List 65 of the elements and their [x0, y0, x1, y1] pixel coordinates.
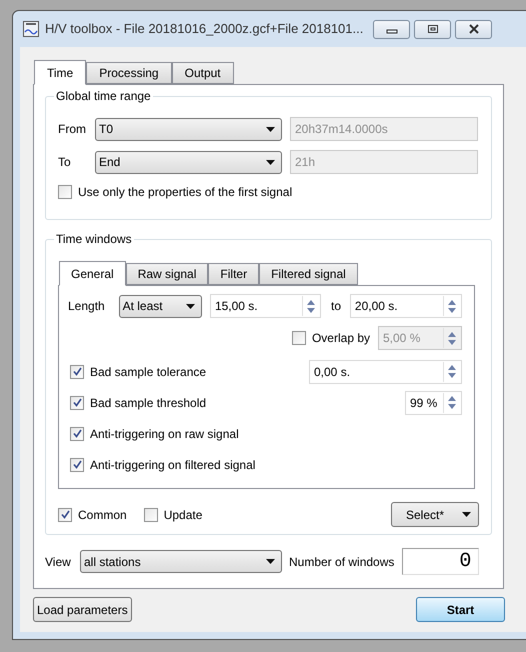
tab[interactable]: Raw signal	[126, 263, 208, 285]
tab[interactable]: Filtered signal	[259, 263, 358, 285]
load-parameters-button[interactable]: Load parameters	[33, 597, 132, 622]
checkbox[interactable]	[70, 458, 84, 472]
checkbox-label: Overlap by	[312, 330, 370, 347]
select-button[interactable]: Select*	[391, 502, 479, 527]
row-label: To	[58, 154, 72, 171]
checkbox[interactable]	[70, 396, 84, 410]
tab[interactable]: Filter	[208, 263, 260, 285]
window-count-display: 0	[402, 548, 480, 575]
checkmark-icon	[72, 460, 82, 469]
spin-arrows-icon[interactable]	[443, 296, 459, 316]
dropdown[interactable]: At least	[118, 294, 202, 318]
tab[interactable]: General	[59, 261, 126, 286]
number-of-windows-label: Number of windows	[289, 554, 394, 570]
close-button[interactable]	[455, 20, 492, 38]
length-label: Length	[68, 298, 106, 315]
checkmark-icon	[72, 367, 82, 376]
checkbox[interactable]	[70, 426, 84, 440]
checkmark-icon	[72, 429, 82, 438]
checkbox-label: Common	[78, 506, 127, 524]
checkbox-label: Bad sample tolerance	[90, 364, 206, 380]
spin-field[interactable]: 0,00 s.	[309, 360, 462, 384]
caret-icon	[462, 512, 471, 517]
checkbox-label: Anti-triggering on raw signal	[90, 426, 239, 442]
dropdown[interactable]: End	[95, 150, 282, 174]
spin-field[interactable]: 20,00 s.	[350, 294, 462, 318]
caret-icon	[266, 126, 275, 132]
spin-arrows-icon[interactable]	[443, 392, 459, 412]
checkbox-label: Update	[164, 506, 202, 524]
maximize-icon	[426, 24, 439, 34]
checkbox-label: Use only the properties of the first signal	[78, 184, 292, 201]
spin-field[interactable]: 99 %	[405, 390, 462, 414]
dropdown-value: At least	[122, 298, 163, 315]
minimize-button[interactable]	[373, 20, 410, 38]
caret-icon	[186, 304, 195, 308]
checkbox[interactable]	[58, 185, 72, 199]
checkmark-icon	[72, 398, 82, 407]
group-title: Global time range	[54, 88, 153, 104]
dropdown-value: End	[99, 154, 120, 171]
tab[interactable]: Time	[34, 60, 86, 85]
tab[interactable]: Processing	[86, 62, 172, 84]
spin-arrows-icon[interactable]	[443, 362, 459, 382]
caret-icon	[266, 559, 275, 564]
checkbox-label: Anti-triggering on filtered signal	[90, 456, 256, 474]
close-icon	[468, 24, 480, 34]
checkbox[interactable]	[144, 508, 158, 522]
row-label: From	[58, 121, 87, 138]
view-label: View	[45, 554, 72, 570]
checkbox-label: Bad sample threshold	[90, 394, 206, 412]
tab[interactable]: Output	[172, 62, 234, 84]
app-icon	[23, 21, 39, 37]
caret-icon	[266, 160, 275, 164]
dropdown-value: T0	[99, 121, 114, 138]
maximize-button[interactable]	[414, 20, 452, 38]
checkmark-icon	[60, 510, 70, 519]
start-button[interactable]: Start	[416, 597, 505, 622]
dropdown[interactable]: T0	[95, 118, 282, 140]
to-label: to	[331, 298, 342, 315]
spin-field[interactable]: 15,00 s.	[210, 294, 322, 318]
checkbox[interactable]	[70, 364, 84, 378]
dropdown[interactable]: all stations	[80, 550, 282, 573]
window-title: H/V toolbox - File 20181016_2000z.gcf+File 2018101...	[45, 20, 364, 38]
checkbox[interactable]	[58, 508, 72, 522]
dropdown-value: all stations	[84, 554, 141, 570]
